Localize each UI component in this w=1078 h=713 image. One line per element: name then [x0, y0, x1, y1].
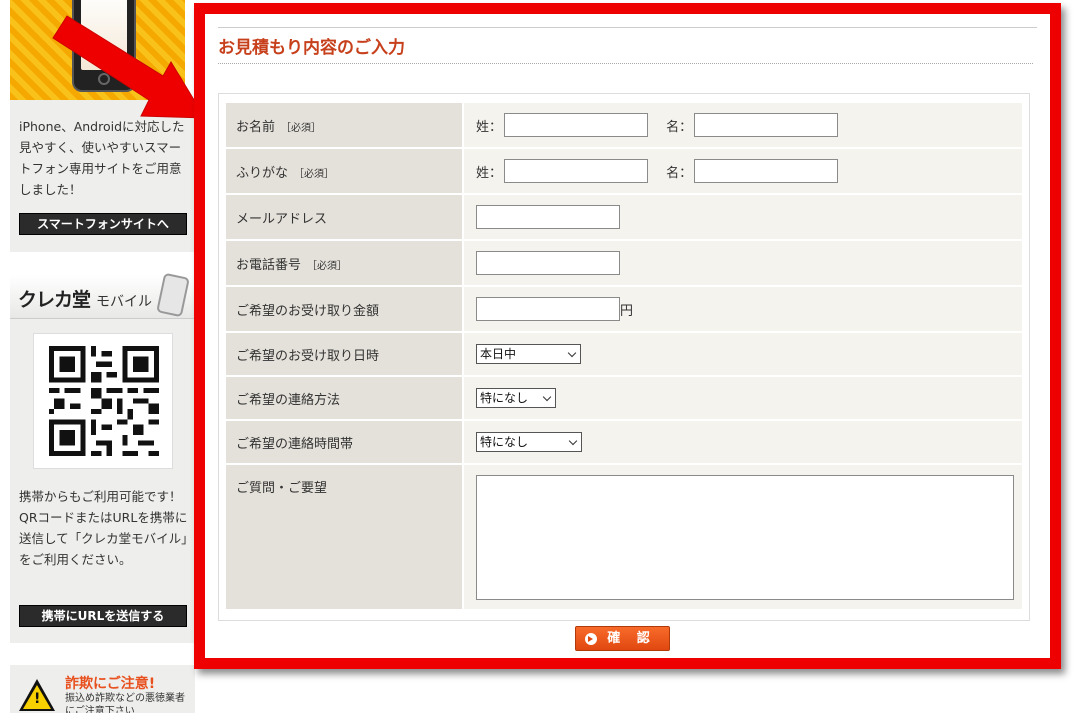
- label-phone: お電話番号: [236, 257, 302, 273]
- form-row-question: ご質問・ご要望: [226, 465, 1022, 609]
- mobile-header: クレカ堂 モバイル: [10, 272, 195, 319]
- date-select[interactable]: 本日中: [476, 344, 581, 364]
- form-row-phone: お電話番号 ［必須］: [226, 241, 1022, 285]
- form-row-date: ご希望のお受け取り日時 本日中: [226, 333, 1022, 375]
- mobile-phone-icon: [156, 272, 190, 318]
- required-tag: ［必須］: [294, 168, 335, 180]
- furigana-first-caption: 名：: [666, 165, 693, 181]
- required-tag: ［必須］: [307, 260, 348, 272]
- mobile-logo: クレカ堂: [18, 289, 91, 311]
- contact-time-select[interactable]: 特になし: [476, 432, 582, 452]
- label-furigana: ふりがな: [236, 165, 289, 181]
- contact-method-select[interactable]: 特になし: [476, 388, 556, 408]
- email-input[interactable]: [476, 205, 620, 229]
- last-name-caption: 姓：: [476, 119, 503, 135]
- red-arrow-icon: [52, 15, 206, 119]
- label-amount: ご希望のお受け取り金額: [236, 303, 380, 319]
- form-row-contact-method: ご希望の連絡方法 特になし: [226, 377, 1022, 419]
- mobile-description: 携帯からもご利用可能です！QRコードまたはURLを携帯に送信して「クレカ堂モバイ…: [19, 489, 194, 567]
- play-circle-icon: [585, 633, 597, 645]
- warning-title: 詐欺にご注意!: [65, 676, 156, 692]
- chevron-down-icon: [542, 392, 552, 402]
- label-email: メールアドレス: [236, 211, 328, 227]
- label-contact-time: ご希望の連絡時間帯: [236, 436, 354, 452]
- furigana-first-input[interactable]: [694, 159, 839, 183]
- required-tag: ［必須］: [281, 122, 322, 134]
- qr-code-icon: [49, 346, 159, 456]
- warning-subtitle: 振込め詐欺などの悪徳業者にご注意下さい: [65, 693, 185, 713]
- first-name-caption: 名：: [666, 119, 693, 135]
- form-row-furigana: ふりがな ［必須］ 姓： 名：: [226, 149, 1022, 193]
- chevron-down-icon: [567, 348, 577, 358]
- yen-unit: 円: [620, 303, 634, 319]
- page-title: お見積もり内容のご入力: [218, 38, 405, 58]
- form-row-contact-time: ご希望の連絡時間帯 特になし: [226, 421, 1022, 463]
- furigana-last-caption: 姓：: [476, 165, 503, 181]
- qr-code-frame: [33, 333, 173, 469]
- form-box: お名前 ［必須］ 姓： 名： ふりがな ［必須］ 姓： 名： メールアドレス お…: [218, 93, 1030, 621]
- form-row-amount: ご希望のお受け取り金額 円: [226, 287, 1022, 331]
- mobile-box: 携帯からもご利用可能です！QRコードまたはURLを携帯に送信して「クレカ堂モバイ…: [10, 319, 195, 643]
- label-date: ご希望のお受け取り日時: [236, 348, 380, 364]
- mobile-subtitle: モバイル: [96, 294, 152, 310]
- estimate-form-panel: お見積もり内容のご入力 お名前 ［必須］ 姓： 名： ふりがな ［必須］ 姓： 名：: [194, 3, 1061, 669]
- label-question: ご質問・ご要望: [236, 481, 328, 496]
- phone-input[interactable]: [476, 251, 620, 275]
- confirm-button[interactable]: 確 認: [575, 626, 670, 651]
- label-name: お名前: [236, 119, 276, 135]
- form-row-email: メールアドレス: [226, 195, 1022, 239]
- estimate-form-table: お名前 ［必須］ 姓： 名： ふりがな ［必須］ 姓： 名： メールアドレス お…: [226, 101, 1022, 611]
- smartphone-site-button[interactable]: スマートフォンサイトへ: [19, 213, 187, 235]
- send-url-button[interactable]: 携帯にURLを送信する: [19, 605, 187, 627]
- furigana-last-input[interactable]: [504, 159, 649, 183]
- amount-input[interactable]: [476, 297, 620, 321]
- last-name-input[interactable]: [504, 113, 649, 137]
- first-name-input[interactable]: [694, 113, 839, 137]
- chevron-down-icon: [568, 436, 578, 446]
- fraud-warning-banner[interactable]: ! 詐欺にご注意! 振込め詐欺などの悪徳業者にご注意下さい: [10, 665, 195, 713]
- label-contact-method: ご希望の連絡方法: [236, 392, 341, 408]
- question-textarea[interactable]: [476, 474, 1014, 600]
- form-row-name: お名前 ［必須］ 姓： 名：: [226, 103, 1022, 147]
